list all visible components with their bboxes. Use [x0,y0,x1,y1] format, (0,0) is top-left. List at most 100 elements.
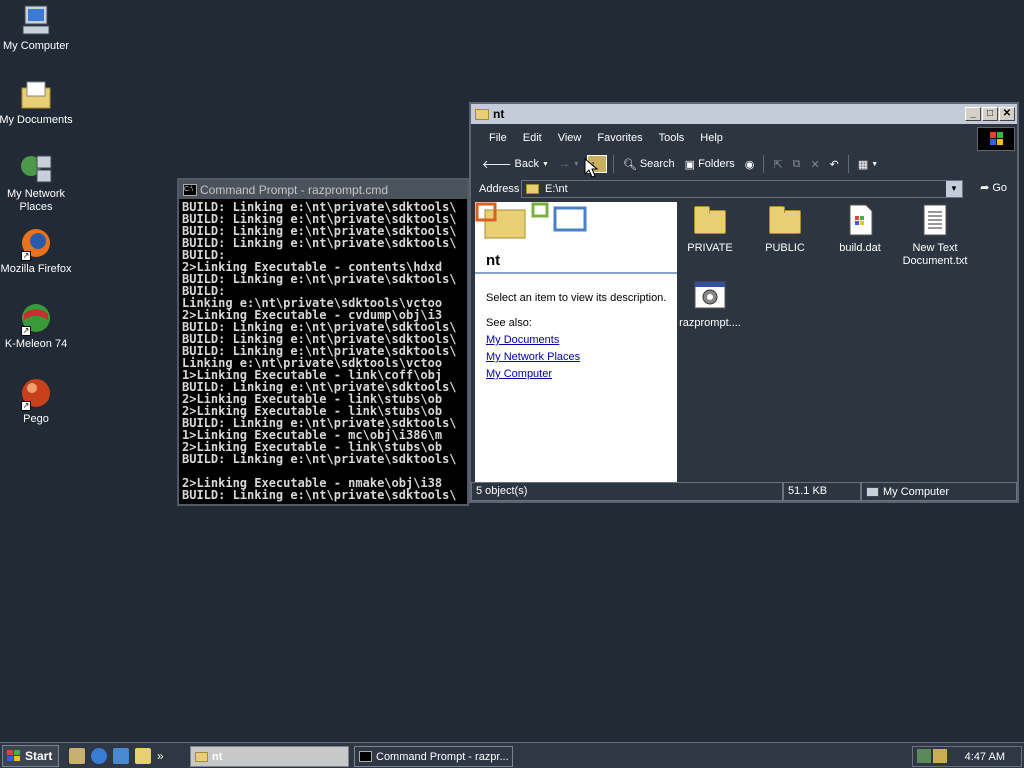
network-tray-icon[interactable] [917,749,931,763]
pane-title: nt [486,252,501,269]
menu-help[interactable]: Help [692,132,731,144]
menu-file[interactable]: File [481,132,515,144]
file-item-new-text-document[interactable]: New Text Document.txt [898,204,972,268]
status-object-count: 5 object(s) [471,482,783,501]
close-button[interactable]: ✕ [999,107,1015,121]
quick-launch-overflow[interactable]: » [157,749,164,763]
file-item-private[interactable]: PRIVATE [673,204,747,255]
go-button[interactable]: ➦ Go [980,181,1007,195]
status-location: My Computer [861,482,1017,501]
move-to-button[interactable]: ⇱ [770,158,785,171]
folder-icon [769,204,801,236]
maximize-button[interactable]: □ [982,107,998,121]
link-my-documents[interactable]: My Documents [486,334,559,346]
file-name: razprompt.... [679,317,741,329]
go-label: Go [992,181,1007,194]
copy-to-button[interactable]: ⧉ [790,158,804,171]
clock[interactable]: 4:47 AM [965,751,1005,763]
desktop-icon-pego[interactable]: ↗ Pego [0,377,74,426]
pego-icon: ↗ [19,377,53,411]
go-arrow-icon: ➦ [980,182,990,194]
desktop-icon-k-meleon[interactable]: ↗ K-Meleon 74 [0,302,74,351]
command-prompt-title: Command Prompt - razprompt.cmd [200,182,389,197]
file-name: New Text Document.txt [902,242,968,267]
file-icon [844,204,876,236]
toolbar-separator [847,155,849,173]
toolbar-separator [612,155,614,173]
undo-button[interactable]: ↶ [827,158,842,171]
views-button[interactable]: ▦ ▼ [855,158,881,171]
web-view-pane: nt Select an item to view its descriptio… [475,202,677,482]
desktop-icon-my-documents[interactable]: My Documents [0,78,74,127]
menu-view[interactable]: View [550,132,590,144]
console-icon [359,751,372,762]
quick-launch: » [69,747,164,764]
folder-icon [195,751,208,762]
menu-tools[interactable]: Tools [651,132,693,144]
file-item-public[interactable]: PUBLIC [748,204,822,255]
search-button[interactable]: 🔍︎ Search [620,158,678,171]
text-document-icon [919,204,951,236]
desktop-icon-my-computer[interactable]: My Computer [0,4,74,53]
minimize-button[interactable]: _ [965,107,981,121]
desktop-icon-label: Pego [23,413,49,425]
status-size: 51.1 KB [783,482,861,501]
outlook-express-icon[interactable] [113,747,129,764]
desktop-icon-label: My Documents [0,114,73,126]
file-item-build-dat[interactable]: build.dat [823,204,897,255]
taskbar-button-label: Command Prompt - razpr... [376,750,509,763]
taskbar-button-command-prompt[interactable]: Command Prompt - razpr... [354,746,513,767]
batch-file-icon [694,279,726,311]
toolbar-separator [763,155,765,173]
start-label: Start [25,748,53,763]
folder-icon [475,108,489,120]
file-item-razprompt[interactable]: razprompt.... [673,279,747,330]
file-name: PUBLIC [765,242,805,254]
history-button[interactable]: ◉ [742,158,758,171]
desktop-icon-label: Mozilla Firefox [0,263,72,275]
start-button[interactable]: Start [2,744,59,767]
copy-to-icon: ⧉ [792,157,801,170]
address-input[interactable]: E:\nt ▼ [521,180,963,198]
desktop-icon-my-network-places[interactable]: My Network Places [0,152,74,214]
menu-edit[interactable]: Edit [515,132,550,144]
back-arrow-icon: 🡐 [482,159,512,171]
file-name: PRIVATE [687,242,733,254]
address-dropdown-button[interactable]: ▼ [946,181,962,197]
folder-icon [526,184,539,194]
folders-label: Folders [698,158,735,170]
link-my-computer[interactable]: My Computer [486,368,552,380]
network-icon [19,152,53,186]
folders-button[interactable]: ▣ Folders [682,158,738,171]
move-to-icon: ⇱ [773,158,783,171]
desktop-icon-label: My Network Places [6,188,66,213]
forward-button[interactable]: → ▼ [556,158,583,170]
address-bar: Address E:\nt ▼ ➦ Go [471,177,1017,201]
explorer-window[interactable]: nt _ □ ✕ File Edit View Favorites Tools … [469,102,1019,503]
desktop-icon-label: My Computer [2,40,70,52]
windows-logo-icon [7,749,20,761]
show-desktop-icon[interactable] [69,747,85,764]
forward-arrow-icon: → [558,158,570,170]
taskbar-button-nt[interactable]: nt [190,746,349,767]
taskbar: Start » nt Command Prompt - razpr... 4:4… [0,742,1024,768]
menu-favorites[interactable]: Favorites [589,132,650,144]
k-meleon-icon: ↗ [19,302,53,336]
file-name: build.dat [839,242,881,254]
search-icon: 🔍︎ [622,158,637,171]
link-my-network-places[interactable]: My Network Places [486,351,580,363]
search-label: Search [639,158,675,170]
command-prompt-window[interactable]: C:\ Command Prompt - razprompt.cmd BUILD… [177,178,469,506]
back-button[interactable]: 🡐 Back ▼ [479,157,552,171]
internet-explorer-icon[interactable] [91,747,107,764]
chevron-down-icon: ▼ [871,160,879,168]
volume-tray-icon[interactable] [933,749,947,763]
explorer-titlebar[interactable]: nt [471,104,1017,124]
taskbar-button-label: nt [212,750,223,763]
documents-folder-icon [19,78,53,112]
desktop-icon-firefox[interactable]: ↗ Mozilla Firefox [0,227,74,276]
chevron-down-icon: ▼ [541,160,549,168]
command-prompt-titlebar[interactable]: C:\ Command Prompt - razprompt.cmd [179,180,467,199]
explorer-icon[interactable] [135,747,151,764]
delete-button[interactable]: ✕ [807,158,822,171]
